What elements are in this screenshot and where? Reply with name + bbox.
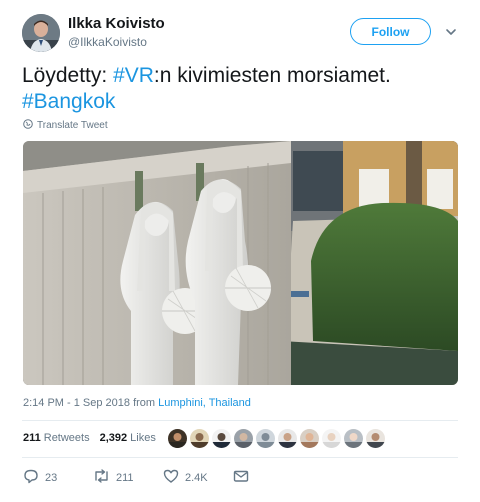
like-button[interactable]: 2.4K (163, 468, 233, 487)
avatar[interactable] (22, 14, 60, 52)
tweet-actions: 23 211 2.4K (23, 468, 249, 487)
liker-avatar[interactable] (256, 429, 275, 448)
tweet-text: Löydetty: #VR:n kivimiesten morsiamet. #B… (22, 63, 462, 115)
tweet-photo[interactable] (23, 141, 458, 385)
liker-avatar[interactable] (366, 429, 385, 448)
globe-icon (23, 119, 33, 132)
likes-count: 2,392 (99, 432, 128, 444)
tweet-text-middle: :n kivimiesten morsiamet. (153, 64, 391, 87)
retweet-button[interactable]: 211 (93, 468, 163, 487)
hashtag-vr[interactable]: #VR (113, 64, 154, 87)
retweets-stat[interactable]: 211 Retweets (23, 432, 90, 444)
author-name[interactable]: Ilkka Koivisto (68, 15, 165, 32)
translate-tweet[interactable]: Translate Tweet (23, 119, 108, 132)
liker-avatar[interactable] (212, 429, 231, 448)
reply-button[interactable]: 23 (23, 468, 93, 487)
statue-photo (23, 141, 458, 385)
reply-count: 23 (45, 471, 58, 484)
divider (22, 457, 458, 458)
tweet-card: Ilkka Koivisto @IlkkaKoivisto Follow Löy… (0, 0, 480, 502)
location-link[interactable]: Lumphini, Thailand (158, 397, 251, 409)
liker-avatars (168, 429, 385, 448)
retweets-count: 211 (23, 432, 41, 444)
timestamp-time[interactable]: 2:14 PM - 1 Sep 2018 from (23, 397, 158, 409)
retweets-label: Retweets (43, 432, 90, 444)
liker-avatar[interactable] (168, 429, 187, 448)
like-count: 2.4K (185, 471, 208, 484)
liker-avatar[interactable] (322, 429, 341, 448)
divider (22, 420, 458, 421)
liker-avatar[interactable] (344, 429, 363, 448)
direct-message-button[interactable] (233, 468, 249, 487)
likes-stat[interactable]: 2,392 Likes (100, 432, 156, 444)
liker-avatar[interactable] (300, 429, 319, 448)
follow-button[interactable]: Follow (350, 18, 431, 45)
liker-avatar[interactable] (190, 429, 209, 448)
retweet-count: 211 (116, 471, 134, 484)
reply-icon (23, 468, 39, 487)
envelope-icon (233, 468, 249, 487)
translate-label: Translate Tweet (37, 120, 108, 131)
chevron-down-icon[interactable] (444, 25, 458, 39)
hashtag-bangkok[interactable]: #Bangkok (22, 90, 115, 113)
liker-avatar[interactable] (278, 429, 297, 448)
heart-icon (163, 468, 179, 487)
author-handle[interactable]: @IlkkaKoivisto (68, 35, 147, 49)
tweet-timestamp: 2:14 PM - 1 Sep 2018 from Lumphini, Thai… (23, 397, 251, 409)
likes-label: Likes (130, 432, 156, 444)
liker-avatar[interactable] (234, 429, 253, 448)
retweet-icon (93, 468, 110, 487)
engagement-stats: 211 Retweets 2,392 Likes (23, 432, 156, 444)
tweet-text-prefix: Löydetty: (22, 64, 114, 87)
